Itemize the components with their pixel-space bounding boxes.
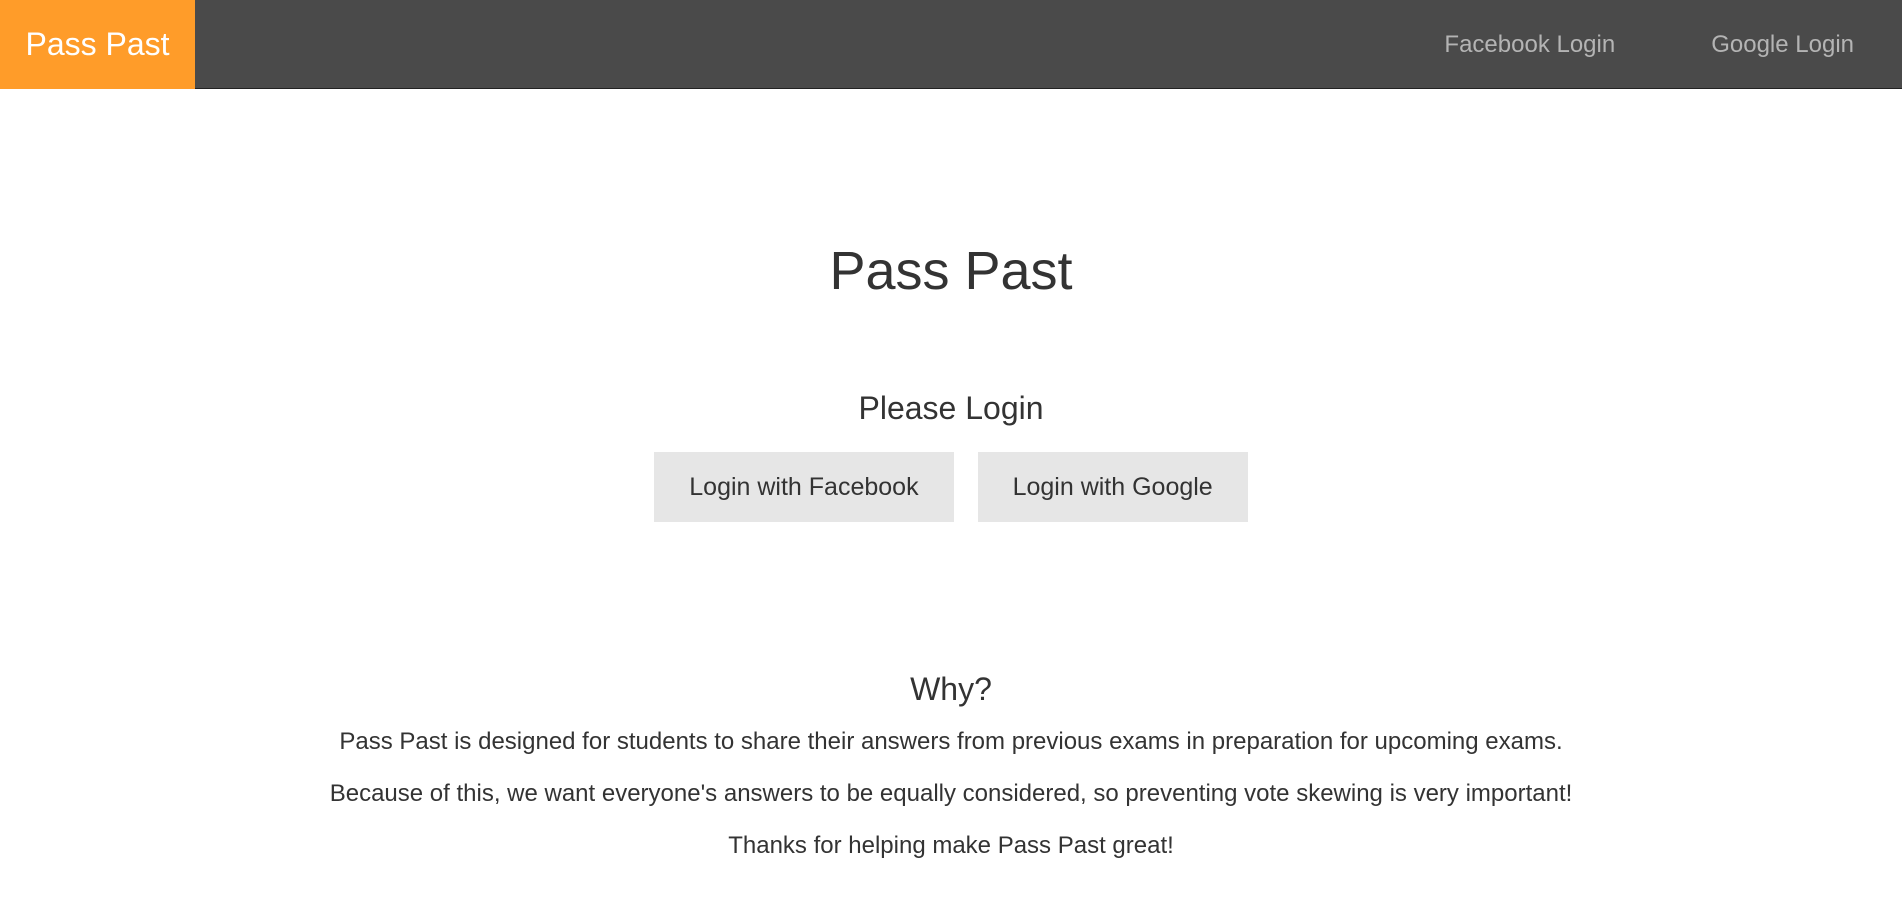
why-paragraph: Pass Past is designed for students to sh… (339, 728, 1563, 755)
brand-logo-link[interactable]: Pass Past (0, 0, 195, 89)
nav-google-login-link[interactable]: Google Login (1663, 0, 1902, 89)
why-paragraph: Thanks for helping make Pass Past great! (728, 832, 1174, 859)
top-navbar: Pass Past Facebook Login Google Login (0, 0, 1902, 89)
why-paragraph: Because of this, we want everyone's answ… (329, 780, 1573, 807)
login-facebook-button[interactable]: Login with Facebook (654, 452, 954, 522)
nav-facebook-login-link[interactable]: Facebook Login (1396, 0, 1663, 89)
login-google-button[interactable]: Login with Google (977, 452, 1248, 522)
page-title: Pass Past (829, 241, 1073, 301)
login-prompt: Please Login (858, 390, 1044, 426)
login-buttons: Login with Facebook Login with Google (0, 452, 1902, 522)
nav-links: Facebook Login Google Login (1396, 0, 1902, 89)
why-heading: Why? (910, 671, 992, 707)
